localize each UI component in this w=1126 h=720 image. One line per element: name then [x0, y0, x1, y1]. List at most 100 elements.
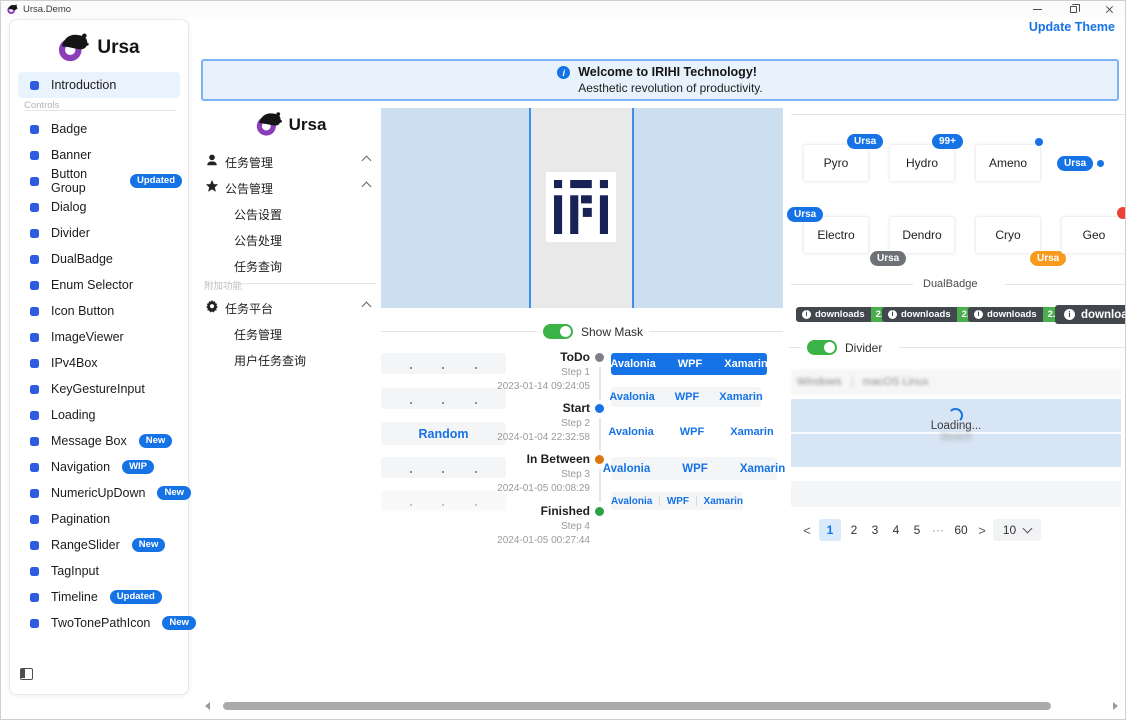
sidebar-item[interactable]: NumericUpDown New [18, 480, 182, 506]
sidebar-item[interactable]: Pagination [18, 506, 182, 532]
chevron-up-icon[interactable] [362, 302, 372, 312]
bullet-icon [30, 229, 39, 238]
badge-card-cryo: Cryo [975, 216, 1041, 254]
wpf-button[interactable]: WPF [675, 391, 699, 403]
timeline-step: Step 1 [381, 367, 590, 378]
wpf-button[interactable]: WPF [678, 358, 702, 370]
sidebar-item[interactable]: RangeSlider New [18, 532, 182, 558]
divider-toggle-label: Divider [845, 341, 882, 355]
wpf-button[interactable]: WPF [682, 463, 708, 475]
image-viewer[interactable] [381, 108, 783, 308]
pagination-page-4[interactable]: 4 [887, 519, 905, 541]
xamarin-button[interactable]: Xamarin [730, 426, 773, 438]
menu-item-task-query[interactable]: 任务查询 [234, 258, 282, 275]
avalonia-button[interactable]: Avalonia [610, 358, 655, 370]
horizontal-scrollbar-thumb[interactable] [223, 702, 1051, 710]
viewer-image [546, 172, 616, 242]
card-label: Cryo [995, 228, 1020, 242]
pagination-next-button[interactable]: > [974, 519, 990, 541]
menu-item-user-task-query[interactable]: 用户任务查询 [234, 352, 306, 369]
scroll-right-arrow[interactable] [1113, 702, 1118, 710]
bullet-icon [30, 125, 39, 134]
menu-item-announcement-handling[interactable]: 公告处理 [234, 232, 282, 249]
sidebar-item[interactable]: IPv4Box [18, 350, 182, 376]
pagination-page-3[interactable]: 3 [866, 519, 884, 541]
maximize-button[interactable] [1067, 3, 1079, 15]
bullet-icon [30, 567, 39, 576]
timeline-connector [599, 418, 601, 451]
close-icon [1105, 5, 1114, 14]
wpf-button[interactable]: WPF [680, 426, 704, 438]
sidebar-item[interactable]: Navigation WIP [18, 454, 182, 480]
badge-dot-red [1117, 207, 1126, 219]
scroll-left-arrow[interactable] [205, 702, 210, 710]
divider-line [789, 347, 801, 348]
close-button[interactable] [1103, 3, 1115, 15]
sidebar-item[interactable]: TwoTonePathIcon New [18, 610, 182, 636]
menu-item-task-management-2[interactable]: 任务管理 [234, 326, 282, 343]
gear-icon [205, 299, 219, 313]
sidebar-item[interactable]: Divider [18, 220, 182, 246]
menu-item-announcement-settings[interactable]: 公告设置 [234, 206, 282, 223]
sidebar-collapse-icon[interactable] [20, 668, 33, 680]
pagination-page-5[interactable]: 5 [908, 519, 926, 541]
sidebar-item[interactable]: TagInput [18, 558, 182, 584]
avalonia-button[interactable]: Avalonia [609, 391, 654, 403]
timeline-time: 2024-01-04 22:32:58 [381, 432, 590, 443]
timeline-connector [599, 469, 601, 502]
sidebar-item-introduction[interactable]: Introduction [18, 72, 180, 98]
sidebar-item[interactable]: KeyGestureInput [18, 376, 182, 402]
avalonia-button[interactable]: Avalonia [611, 496, 652, 507]
pagination-page-60[interactable]: 60 [949, 519, 973, 541]
sidebar-item[interactable]: ImageViewer [18, 324, 182, 350]
avalonia-button[interactable]: Avalonia [603, 463, 651, 475]
pagination-ellipsis[interactable]: ··· [928, 519, 948, 541]
divider-toggle[interactable] [807, 340, 837, 355]
bullet-icon [30, 541, 39, 550]
badge-card-geo: Geo [1061, 216, 1126, 254]
sidebar-item[interactable]: DualBadge [18, 246, 182, 272]
bullet-icon [30, 359, 39, 368]
divider-line [899, 347, 1126, 348]
sidebar-item[interactable]: Badge [18, 116, 182, 142]
minimize-icon [1033, 9, 1042, 10]
sidebar-item-label: KeyGestureInput [51, 382, 145, 396]
chevron-up-icon[interactable] [362, 182, 372, 192]
badge-pill-grey: Ursa [870, 251, 906, 266]
timeline-title: In Between [381, 452, 590, 466]
sidebar-item[interactable]: Dialog [18, 194, 182, 220]
show-mask-toggle[interactable] [543, 324, 573, 339]
menu-item-task-management[interactable]: 任务管理 [225, 154, 273, 171]
minimize-button[interactable] [1031, 3, 1043, 15]
status-badge: WIP [122, 460, 154, 474]
sidebar-logo: Ursa [10, 32, 188, 64]
sidebar-item[interactable]: Icon Button [18, 298, 182, 324]
xamarin-button[interactable]: Xamarin [704, 496, 743, 507]
pagination-prev-button[interactable]: < [799, 519, 815, 541]
sidebar-item[interactable]: Timeline Updated [18, 584, 182, 610]
viewer-mask-right [634, 108, 783, 308]
sidebar-item[interactable]: Loading [18, 402, 182, 428]
pagination-page-1[interactable]: 1 [819, 519, 841, 541]
sidebar-item[interactable]: Enum Selector [18, 272, 182, 298]
divider-line [381, 331, 537, 332]
xamarin-button[interactable]: Xamarin [719, 391, 762, 403]
welcome-banner: i Welcome to IRIHI Technology! Aesthetic… [201, 59, 1119, 101]
avalonia-button[interactable]: Avalonia [608, 426, 653, 438]
divider-line [649, 331, 783, 332]
wpf-button[interactable]: WPF [667, 496, 689, 507]
sidebar-item[interactable]: Message Box New [18, 428, 182, 454]
loading-panel: Stretch Loading... [791, 399, 1121, 467]
sidebar-item[interactable]: Button Group Updated [18, 168, 182, 194]
pagination-page-2[interactable]: 2 [845, 519, 863, 541]
timeline-dot-todo [595, 353, 604, 362]
chevron-up-icon[interactable] [362, 156, 372, 166]
sidebar-item[interactable]: Banner [18, 142, 182, 168]
page-size-select[interactable]: 10 [993, 519, 1041, 541]
xamarin-button[interactable]: Xamarin [724, 358, 767, 370]
update-theme-button[interactable]: Update Theme [1029, 20, 1115, 34]
bullet-icon [30, 385, 39, 394]
xamarin-button[interactable]: Xamarin [740, 463, 785, 475]
menu-item-task-platform[interactable]: 任务平台 [225, 300, 273, 317]
menu-item-announcement-management[interactable]: 公告管理 [225, 180, 273, 197]
